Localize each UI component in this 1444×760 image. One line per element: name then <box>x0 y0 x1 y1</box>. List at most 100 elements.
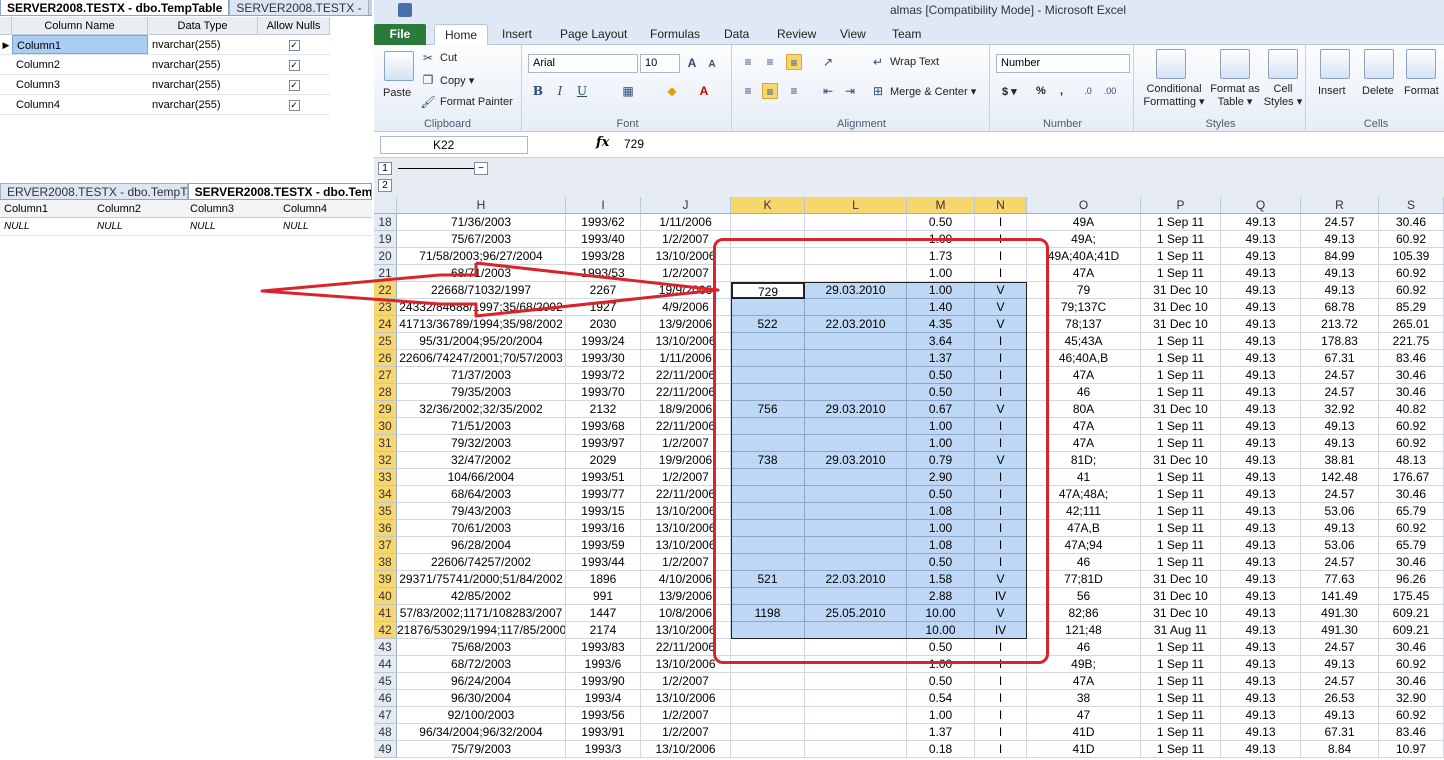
cell-p[interactable]: 1 Sep 11 <box>1141 486 1221 503</box>
cell-r[interactable]: 49.13 <box>1301 520 1379 537</box>
cell-o[interactable]: 49A;40A;41D <box>1027 248 1141 265</box>
cell-o[interactable]: 78;137 <box>1027 316 1141 333</box>
cell-l[interactable] <box>805 486 907 503</box>
cell-j[interactable]: 4/9/2006 <box>641 299 731 316</box>
cell-s[interactable]: 10.97 <box>1379 741 1444 758</box>
cell-l[interactable] <box>805 265 907 282</box>
cell-k[interactable] <box>731 486 805 503</box>
cell-k[interactable] <box>731 622 805 639</box>
cell-m[interactable]: 1.00 <box>907 656 975 673</box>
cell-p[interactable]: 31 Dec 10 <box>1141 605 1221 622</box>
row-header[interactable]: 41 <box>374 605 397 622</box>
cell-q[interactable]: 49.13 <box>1221 418 1301 435</box>
cell-l[interactable] <box>805 367 907 384</box>
cell-s[interactable]: 30.46 <box>1379 384 1444 401</box>
tab-temptable-design[interactable]: SERVER2008.TESTX - dbo.TempTable <box>0 0 230 15</box>
row-header[interactable]: 19 <box>374 231 397 248</box>
cell-s[interactable]: 30.46 <box>1379 486 1444 503</box>
font-name-select[interactable]: Arial <box>528 54 638 73</box>
cell-p[interactable]: 1 Sep 11 <box>1141 248 1221 265</box>
cell-m[interactable]: 1.00 <box>907 282 975 299</box>
row-header[interactable]: 40 <box>374 588 397 605</box>
cell-styles-button[interactable]: Cell Styles ▾ <box>1262 83 1304 109</box>
cell-s[interactable]: 60.92 <box>1379 418 1444 435</box>
cell-r[interactable]: 24.57 <box>1301 384 1379 401</box>
cell-p[interactable]: 1 Sep 11 <box>1141 418 1221 435</box>
cell-i[interactable]: 1993/24 <box>566 333 641 350</box>
increase-decimal-icon[interactable]: .0 <box>1080 83 1096 99</box>
cell-k[interactable] <box>731 333 805 350</box>
result-cell[interactable]: NULL <box>279 218 372 235</box>
cell-m[interactable]: 10.00 <box>907 622 975 639</box>
number-format-select[interactable]: Number <box>996 54 1130 73</box>
row-header[interactable]: 33 <box>374 469 397 486</box>
cell-k[interactable] <box>731 265 805 282</box>
row-header[interactable]: 39 <box>374 571 397 588</box>
cell-n[interactable]: I <box>975 350 1027 367</box>
cell-r[interactable]: 49.13 <box>1301 265 1379 282</box>
row-header[interactable]: 29 <box>374 401 397 418</box>
cell-k[interactable] <box>731 588 805 605</box>
cell-r[interactable]: 24.57 <box>1301 639 1379 656</box>
cell-m[interactable]: 1.08 <box>907 503 975 520</box>
cell-n[interactable]: V <box>975 282 1027 299</box>
cell-s[interactable]: 60.92 <box>1379 265 1444 282</box>
cell-m[interactable]: 0.54 <box>907 690 975 707</box>
cell-j[interactable]: 1/11/2006 <box>641 214 731 231</box>
cell-k[interactable] <box>731 214 805 231</box>
cell-r[interactable]: 67.31 <box>1301 724 1379 741</box>
cell-r[interactable]: 53.06 <box>1301 503 1379 520</box>
cell-r[interactable]: 8.84 <box>1301 741 1379 758</box>
row-header[interactable]: 27 <box>374 367 397 384</box>
row-header[interactable]: 37 <box>374 537 397 554</box>
tab-insert[interactable]: Insert <box>492 24 542 45</box>
cell-p[interactable]: 1 Sep 11 <box>1141 435 1221 452</box>
row-header[interactable]: 18 <box>374 214 397 231</box>
result-cell[interactable]: NULL <box>0 218 93 235</box>
cell-h[interactable]: 92/100/2003 <box>397 707 566 724</box>
cell-n[interactable]: I <box>975 673 1027 690</box>
cell-h[interactable]: 22606/74247/2001;70/57/2003 <box>397 350 566 367</box>
cell-k[interactable] <box>731 469 805 486</box>
cell-j[interactable]: 13/10/2006 <box>641 248 731 265</box>
cell-q[interactable]: 49.13 <box>1221 588 1301 605</box>
cell-q[interactable]: 49.13 <box>1221 299 1301 316</box>
cell-j[interactable]: 13/10/2006 <box>641 622 731 639</box>
select-all-corner[interactable] <box>374 197 397 214</box>
column-header-k[interactable]: K <box>731 197 805 214</box>
cell-p[interactable]: 1 Sep 11 <box>1141 690 1221 707</box>
cell-l[interactable] <box>805 469 907 486</box>
cell-i[interactable]: 1993/83 <box>566 639 641 656</box>
cell-r[interactable]: 77.63 <box>1301 571 1379 588</box>
row-header[interactable]: 48 <box>374 724 397 741</box>
cell-r[interactable]: 24.57 <box>1301 214 1379 231</box>
tab-data[interactable]: Data <box>714 24 759 45</box>
cell-m[interactable]: 0.79 <box>907 452 975 469</box>
cell-s[interactable]: 83.46 <box>1379 724 1444 741</box>
row-header[interactable]: 26 <box>374 350 397 367</box>
cell-m[interactable]: 1.00 <box>907 707 975 724</box>
cell-o[interactable]: 47A;48A; <box>1027 486 1141 503</box>
orientation-icon[interactable]: ↗ <box>820 54 836 70</box>
row-header[interactable]: 30 <box>374 418 397 435</box>
row-header[interactable]: 35 <box>374 503 397 520</box>
tab-other-server[interactable]: SERVER2008.TESTX - <box>229 0 369 15</box>
outline-level-2[interactable]: 2 <box>378 179 392 192</box>
cell-s[interactable]: 96.26 <box>1379 571 1444 588</box>
cell-l[interactable] <box>805 333 907 350</box>
cell-m[interactable]: 0.50 <box>907 367 975 384</box>
cell-j[interactable]: 22/11/2006 <box>641 486 731 503</box>
cell-l[interactable] <box>805 418 907 435</box>
design-row[interactable]: Column4 nvarchar(255) ✓ <box>0 95 330 115</box>
cell-k[interactable] <box>731 656 805 673</box>
result-row[interactable]: NULL NULL NULL NULL <box>0 218 372 236</box>
cell-l[interactable] <box>805 554 907 571</box>
tab-home[interactable]: Home <box>434 24 489 45</box>
cell-h[interactable]: 21876/53029/1994;117/85/2000 <box>397 622 566 639</box>
cell-m[interactable]: 1.58 <box>907 571 975 588</box>
cell-l[interactable] <box>805 350 907 367</box>
cell-l[interactable]: 29.03.2010 <box>805 401 907 418</box>
cell-p[interactable]: 1 Sep 11 <box>1141 503 1221 520</box>
cell-r[interactable]: 24.57 <box>1301 554 1379 571</box>
cell-k[interactable]: 729 <box>731 282 805 299</box>
